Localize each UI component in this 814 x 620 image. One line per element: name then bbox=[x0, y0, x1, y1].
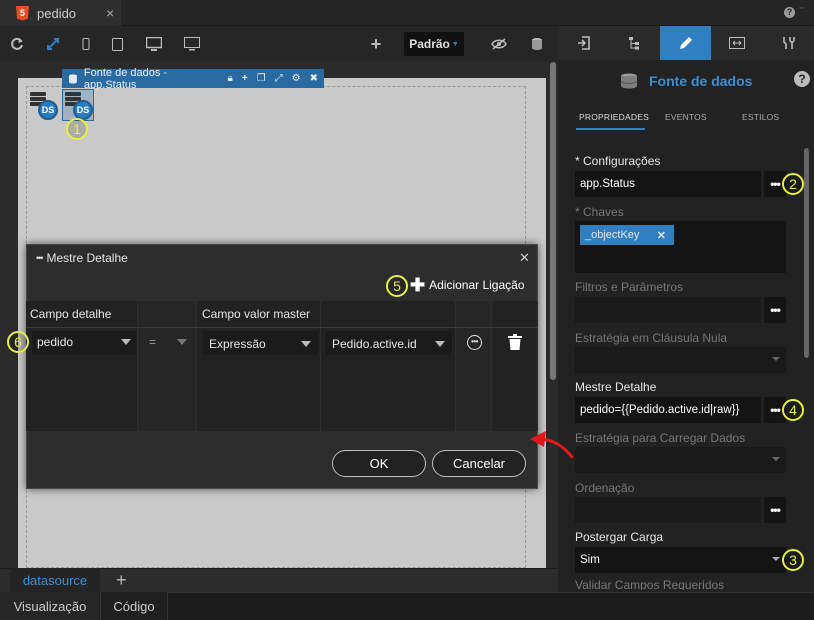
tab-codigo[interactable]: Código bbox=[100, 592, 168, 620]
mobile-icon[interactable] bbox=[76, 26, 96, 62]
collapse-icon[interactable]: ⁻ bbox=[799, 5, 804, 16]
help-icon[interactable]: ? bbox=[794, 71, 810, 87]
settings-icon[interactable]: ⚙ bbox=[292, 73, 301, 84]
null-strategy-label: Estratégia em Cláusula Nula bbox=[575, 331, 728, 345]
order-label: Ordenação bbox=[575, 481, 635, 495]
device-select-value: Padrão bbox=[409, 37, 450, 51]
column-header-detail: Campo detalhe bbox=[30, 307, 112, 321]
grid-col-operator bbox=[138, 301, 197, 431]
tab-datasource[interactable]: datasource bbox=[10, 568, 100, 592]
panel-scrollbar[interactable] bbox=[804, 148, 809, 358]
subtab-estilos[interactable]: ESTILOS bbox=[742, 112, 779, 122]
subtab-propriedades[interactable]: PROPRIEDADES bbox=[579, 112, 649, 122]
file-tab-pedido[interactable]: 5 pedido × bbox=[0, 0, 121, 26]
operator-select[interactable]: = bbox=[149, 331, 191, 353]
menu-dots-icon[interactable]: ••• bbox=[36, 253, 44, 263]
callout-6: 6 bbox=[7, 331, 29, 353]
trash-icon[interactable] bbox=[508, 334, 522, 350]
cancel-button[interactable]: Cancelar bbox=[432, 450, 526, 477]
editor-tab-bar bbox=[0, 0, 814, 26]
html5-icon: 5 bbox=[16, 5, 29, 21]
panel-tab-hierarchy[interactable] bbox=[609, 26, 660, 60]
grid-header-divider bbox=[26, 327, 538, 328]
canvas-scrollbar[interactable] bbox=[550, 62, 556, 380]
expand-icon[interactable] bbox=[42, 26, 64, 62]
config-field[interactable]: app.Status bbox=[575, 171, 761, 197]
dialog-title: ••• Mestre Detalhe bbox=[36, 251, 128, 265]
callout-2: 2 bbox=[782, 173, 804, 195]
filters-label: Filtros e Parâmetros bbox=[575, 280, 684, 294]
component-header-label: Fonte de dados - app.Status bbox=[83, 66, 168, 91]
callout-1: 1 bbox=[66, 118, 88, 140]
panel-tab-edit[interactable] bbox=[660, 26, 711, 60]
remove-chip-icon[interactable]: ✕ bbox=[657, 229, 666, 242]
close-dialog-icon[interactable]: ✕ bbox=[519, 250, 530, 266]
panel-title: Fonte de dados bbox=[649, 73, 753, 89]
datasource-component-icon[interactable]: DS bbox=[28, 90, 60, 122]
close-tab-icon[interactable]: × bbox=[106, 5, 114, 21]
panel-tab-layout[interactable] bbox=[711, 26, 762, 60]
filters-field[interactable] bbox=[575, 297, 761, 323]
visibility-icon[interactable] bbox=[488, 26, 510, 62]
datasource-component-selected[interactable]: DS bbox=[62, 89, 94, 121]
panel-tab-tools[interactable] bbox=[762, 26, 813, 60]
validate-label: Validar Campos Requeridos bbox=[575, 578, 725, 590]
add-component-icon[interactable]: + bbox=[366, 26, 386, 62]
filters-more-button[interactable]: ••• bbox=[764, 297, 786, 323]
defer-select[interactable]: Sim bbox=[575, 547, 786, 573]
add-icon[interactable]: + bbox=[242, 73, 248, 84]
subtab-eventos[interactable]: EVENTOS bbox=[665, 112, 707, 122]
add-link-label: Adicionar Ligação bbox=[429, 278, 525, 292]
order-more-button[interactable]: ••• bbox=[764, 497, 786, 523]
master-value-value[interactable]: Pedido.active.id bbox=[332, 333, 449, 355]
annotation-arrow bbox=[530, 431, 574, 459]
monitor-icon[interactable] bbox=[180, 26, 204, 62]
resize-icon[interactable]: ⤢ bbox=[275, 73, 283, 84]
active-subtab-indicator bbox=[576, 128, 645, 130]
database-icon bbox=[620, 73, 638, 89]
panel-tab-import[interactable] bbox=[558, 26, 609, 60]
tab-visualizacao[interactable]: Visualização bbox=[0, 592, 100, 620]
grid-col-master bbox=[321, 301, 456, 431]
add-icon: ✚ bbox=[410, 275, 426, 295]
row-more-icon[interactable]: ••• bbox=[467, 335, 482, 350]
desktop-icon[interactable] bbox=[142, 26, 166, 62]
database-icon[interactable] bbox=[526, 26, 548, 62]
column-header-master: Campo valor master bbox=[202, 307, 311, 321]
detail-field-value[interactable]: pedido bbox=[37, 331, 135, 353]
lock-icon[interactable]: 🔒︎ bbox=[228, 73, 233, 84]
defer-select-value: Sim bbox=[580, 554, 600, 566]
add-tab-icon[interactable]: + bbox=[116, 568, 127, 592]
remove-icon[interactable]: ✖ bbox=[310, 73, 318, 84]
copy-icon[interactable]: ❐ bbox=[257, 73, 266, 84]
callout-3: 3 bbox=[782, 549, 804, 571]
tablet-icon[interactable] bbox=[106, 26, 128, 62]
refresh-icon[interactable] bbox=[6, 26, 28, 62]
key-chip-label: _objectKey bbox=[585, 229, 640, 241]
help-icon[interactable]: ? bbox=[784, 7, 795, 18]
designer-toolbar: + bbox=[0, 26, 558, 62]
key-chip[interactable]: _objectKey ✕ bbox=[580, 225, 674, 245]
null-strategy-select[interactable] bbox=[575, 347, 786, 373]
dialog-title-label: Mestre Detalhe bbox=[46, 251, 128, 265]
database-icon bbox=[68, 73, 77, 84]
file-tab-label: pedido bbox=[37, 5, 77, 21]
ok-button[interactable]: OK bbox=[332, 450, 426, 477]
callout-5: 5 bbox=[386, 275, 408, 297]
value-type-value[interactable]: Expressão bbox=[209, 333, 315, 355]
config-label: * Configurações bbox=[575, 154, 661, 168]
add-link-button[interactable]: ✚ Adicionar Ligação bbox=[410, 275, 525, 295]
keys-label: * Chaves bbox=[575, 205, 624, 219]
defer-label: Postergar Carga bbox=[575, 530, 664, 544]
component-header[interactable]: Fonte de dados - app.Status 🔒︎ + ❐ ⤢ ⚙ ✖ bbox=[62, 66, 324, 91]
order-field[interactable] bbox=[575, 497, 761, 523]
master-detail-label: Mestre Detalhe bbox=[575, 380, 657, 394]
grid-col-actions bbox=[456, 301, 492, 431]
caret-down-icon: ▼ bbox=[451, 40, 459, 48]
device-select[interactable]: Padrão ▼ bbox=[404, 32, 464, 56]
callout-4: 4 bbox=[782, 399, 804, 421]
